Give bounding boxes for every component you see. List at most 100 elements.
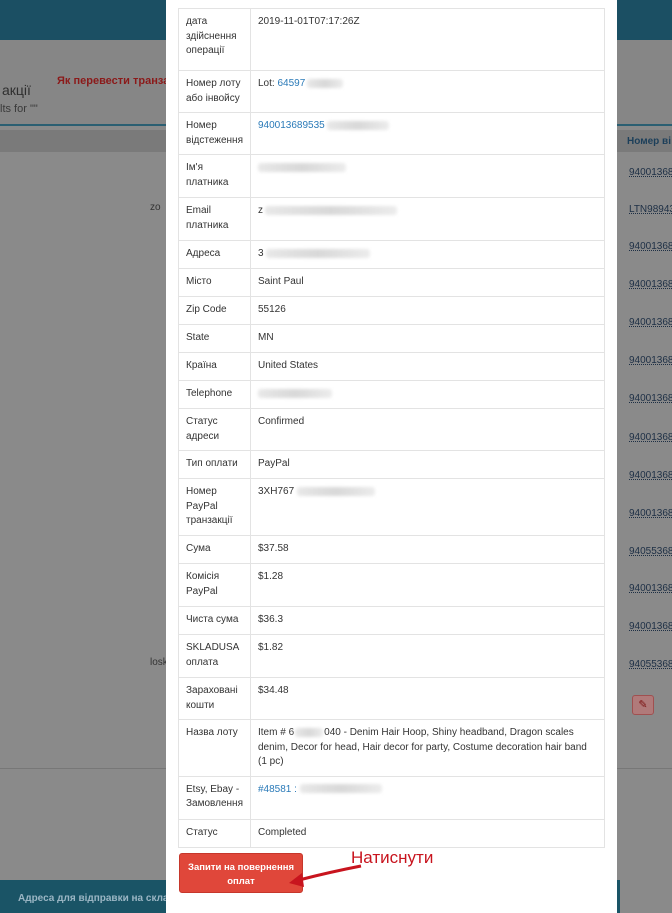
tracking-column-header: Номер ві: [627, 136, 671, 147]
address-prefix: 3: [258, 248, 264, 259]
table-row: Адреса 3: [178, 240, 605, 269]
payer-name-label: Ім'я платника: [178, 154, 251, 198]
redacted-text: [258, 388, 332, 398]
operation-date-label: дата здійснення операції: [178, 8, 251, 71]
lot-name-label: Назва лоту: [178, 719, 251, 777]
skladusa-payment-label: SKLADUSA оплата: [178, 634, 251, 678]
tracking-number-cell[interactable]: 94001368: [629, 470, 672, 481]
redacted-text: [299, 784, 382, 794]
tracking-number-cell[interactable]: 94001368: [629, 432, 672, 443]
tracking-number-cell[interactable]: 94055368: [629, 659, 672, 670]
operation-date-value: 2019-11-01T07:17:26Z: [250, 8, 605, 71]
paypal-transaction-label: Номер PayPal транзакції: [178, 478, 251, 536]
lot-number-cell: Lot: 64597: [250, 70, 605, 113]
credited-funds-label: Зараховані кошти: [178, 677, 251, 720]
payment-type-value: PayPal: [250, 450, 605, 479]
redacted-text: [307, 78, 344, 88]
table-row: Email платника z: [178, 197, 605, 241]
table-row: Статус Completed: [178, 818, 605, 848]
redacted-text: [258, 162, 346, 172]
payer-email-cell: z: [250, 197, 605, 241]
tracking-number-cell[interactable]: 94001368: [629, 508, 672, 519]
table-row: Сума $37.58: [178, 535, 605, 564]
payer-name-cell: [250, 154, 605, 198]
transaction-details-modal: дата здійснення операції 2019-11-01T07:1…: [166, 0, 617, 913]
tracking-number-cell[interactable]: LTN98943: [629, 204, 672, 215]
help-link[interactable]: Як перевести транзакц: [57, 75, 182, 87]
table-row: Номер PayPal транзакції 3XH767: [178, 478, 605, 536]
paypal-transaction-prefix: 3XH767: [258, 486, 295, 497]
paypal-transaction-cell: 3XH767: [250, 478, 605, 536]
table-row: Ім'я платника: [178, 154, 605, 198]
credited-funds-value: $34.48: [250, 677, 605, 720]
table-row: State MN: [178, 324, 605, 353]
redacted-text: [265, 205, 397, 215]
state-value: MN: [250, 324, 605, 353]
table-row: Статус адреси Confirmed: [178, 408, 605, 451]
marketplace-order-cell: #48581 :: [250, 775, 605, 820]
tracking-number-cell[interactable]: 94001368: [629, 355, 672, 366]
table-row: Назва лоту Item # 6 040 - Denim Hair Hoop…: [178, 719, 605, 777]
table-row: SKLADUSA оплата $1.82: [178, 634, 605, 678]
amount-value: $37.58: [250, 535, 605, 564]
table-row: Zip Code 55126: [178, 296, 605, 325]
lot-number-link[interactable]: 64597: [277, 78, 305, 89]
paypal-fee-label: Комісія PayPal: [178, 563, 251, 607]
paypal-fee-value: $1.28: [250, 563, 605, 607]
table-row: дата здійснення операції 2019-11-01T07:1…: [178, 8, 605, 71]
order-link[interactable]: #48581 :: [258, 784, 297, 795]
tracking-number-cell[interactable]: 94001368: [629, 621, 672, 632]
page-title: акції: [2, 82, 31, 98]
tracking-number-cell[interactable]: 94001368: [629, 317, 672, 328]
payer-email-label: Email платника: [178, 197, 251, 241]
tracking-number-cell[interactable]: 94001368: [629, 167, 672, 178]
footer-warehouse-address: Адреса для відправки на склад: [18, 893, 175, 904]
table-row: Зараховані кошти $34.48: [178, 677, 605, 720]
address-label: Адреса: [178, 240, 251, 269]
tracking-number-cell[interactable]: 94001368: [629, 393, 672, 404]
table-row: Тип оплати PayPal: [178, 450, 605, 479]
email-prefix: z: [258, 205, 263, 216]
address-status-value: Confirmed: [250, 408, 605, 451]
table-row: Чиста сума $36.3: [178, 606, 605, 635]
redacted-text: [295, 727, 324, 737]
net-amount-value: $36.3: [250, 606, 605, 635]
redacted-text: [265, 248, 370, 258]
transaction-details-table: дата здійснення операції 2019-11-01T07:1…: [178, 8, 605, 848]
status-label: Статус: [178, 818, 251, 848]
zip-code-label: Zip Code: [178, 296, 251, 325]
city-value: Saint Paul: [250, 268, 605, 297]
marketplace-order-label: Etsy, Ebay - Замовлення: [178, 775, 251, 820]
payment-type-label: Тип оплати: [178, 450, 251, 479]
search-results-text: lts for "": [0, 103, 38, 115]
redacted-text: [326, 120, 389, 130]
address-cell: 3: [250, 240, 605, 269]
zip-code-value: 55126: [250, 296, 605, 325]
table-row: Номер відстеження 940013689535: [178, 112, 605, 155]
tracking-number-cell: 940013689535: [250, 112, 605, 155]
table-row: Telephone: [178, 380, 605, 409]
lot-name-prefix: Item # 6: [258, 727, 295, 738]
tracking-number-label: Номер відстеження: [178, 112, 251, 155]
tracking-number-cell[interactable]: 94055368: [629, 546, 672, 557]
lot-number-label: Номер лоту або інвойсу: [178, 70, 251, 113]
table-row: Комісія PayPal $1.28: [178, 563, 605, 607]
status-value: Completed: [250, 818, 605, 848]
country-label: Країна: [178, 352, 251, 381]
skladusa-payment-value: $1.82: [250, 634, 605, 678]
net-amount-label: Чиста сума: [178, 606, 251, 635]
redacted-text: [297, 486, 376, 496]
amount-label: Сума: [178, 535, 251, 564]
tracking-number-link[interactable]: 940013689535: [258, 120, 325, 131]
tracking-number-cell[interactable]: 94001368: [629, 279, 672, 290]
telephone-cell: [250, 380, 605, 409]
table-cell-fragment: zo: [150, 202, 161, 213]
table-row: Місто Saint Paul: [178, 268, 605, 297]
lot-name-cell: Item # 6 040 - Denim Hair Hoop, Shiny hea…: [250, 719, 605, 777]
edit-icon[interactable]: ✎: [632, 695, 654, 715]
table-row: Номер лоту або інвойсу Lot: 64597: [178, 70, 605, 113]
tracking-number-cell[interactable]: 94001368: [629, 241, 672, 252]
annotation-arrow-icon: [289, 864, 362, 887]
tracking-number-cell[interactable]: 94001368: [629, 583, 672, 594]
country-value: United States: [250, 352, 605, 381]
